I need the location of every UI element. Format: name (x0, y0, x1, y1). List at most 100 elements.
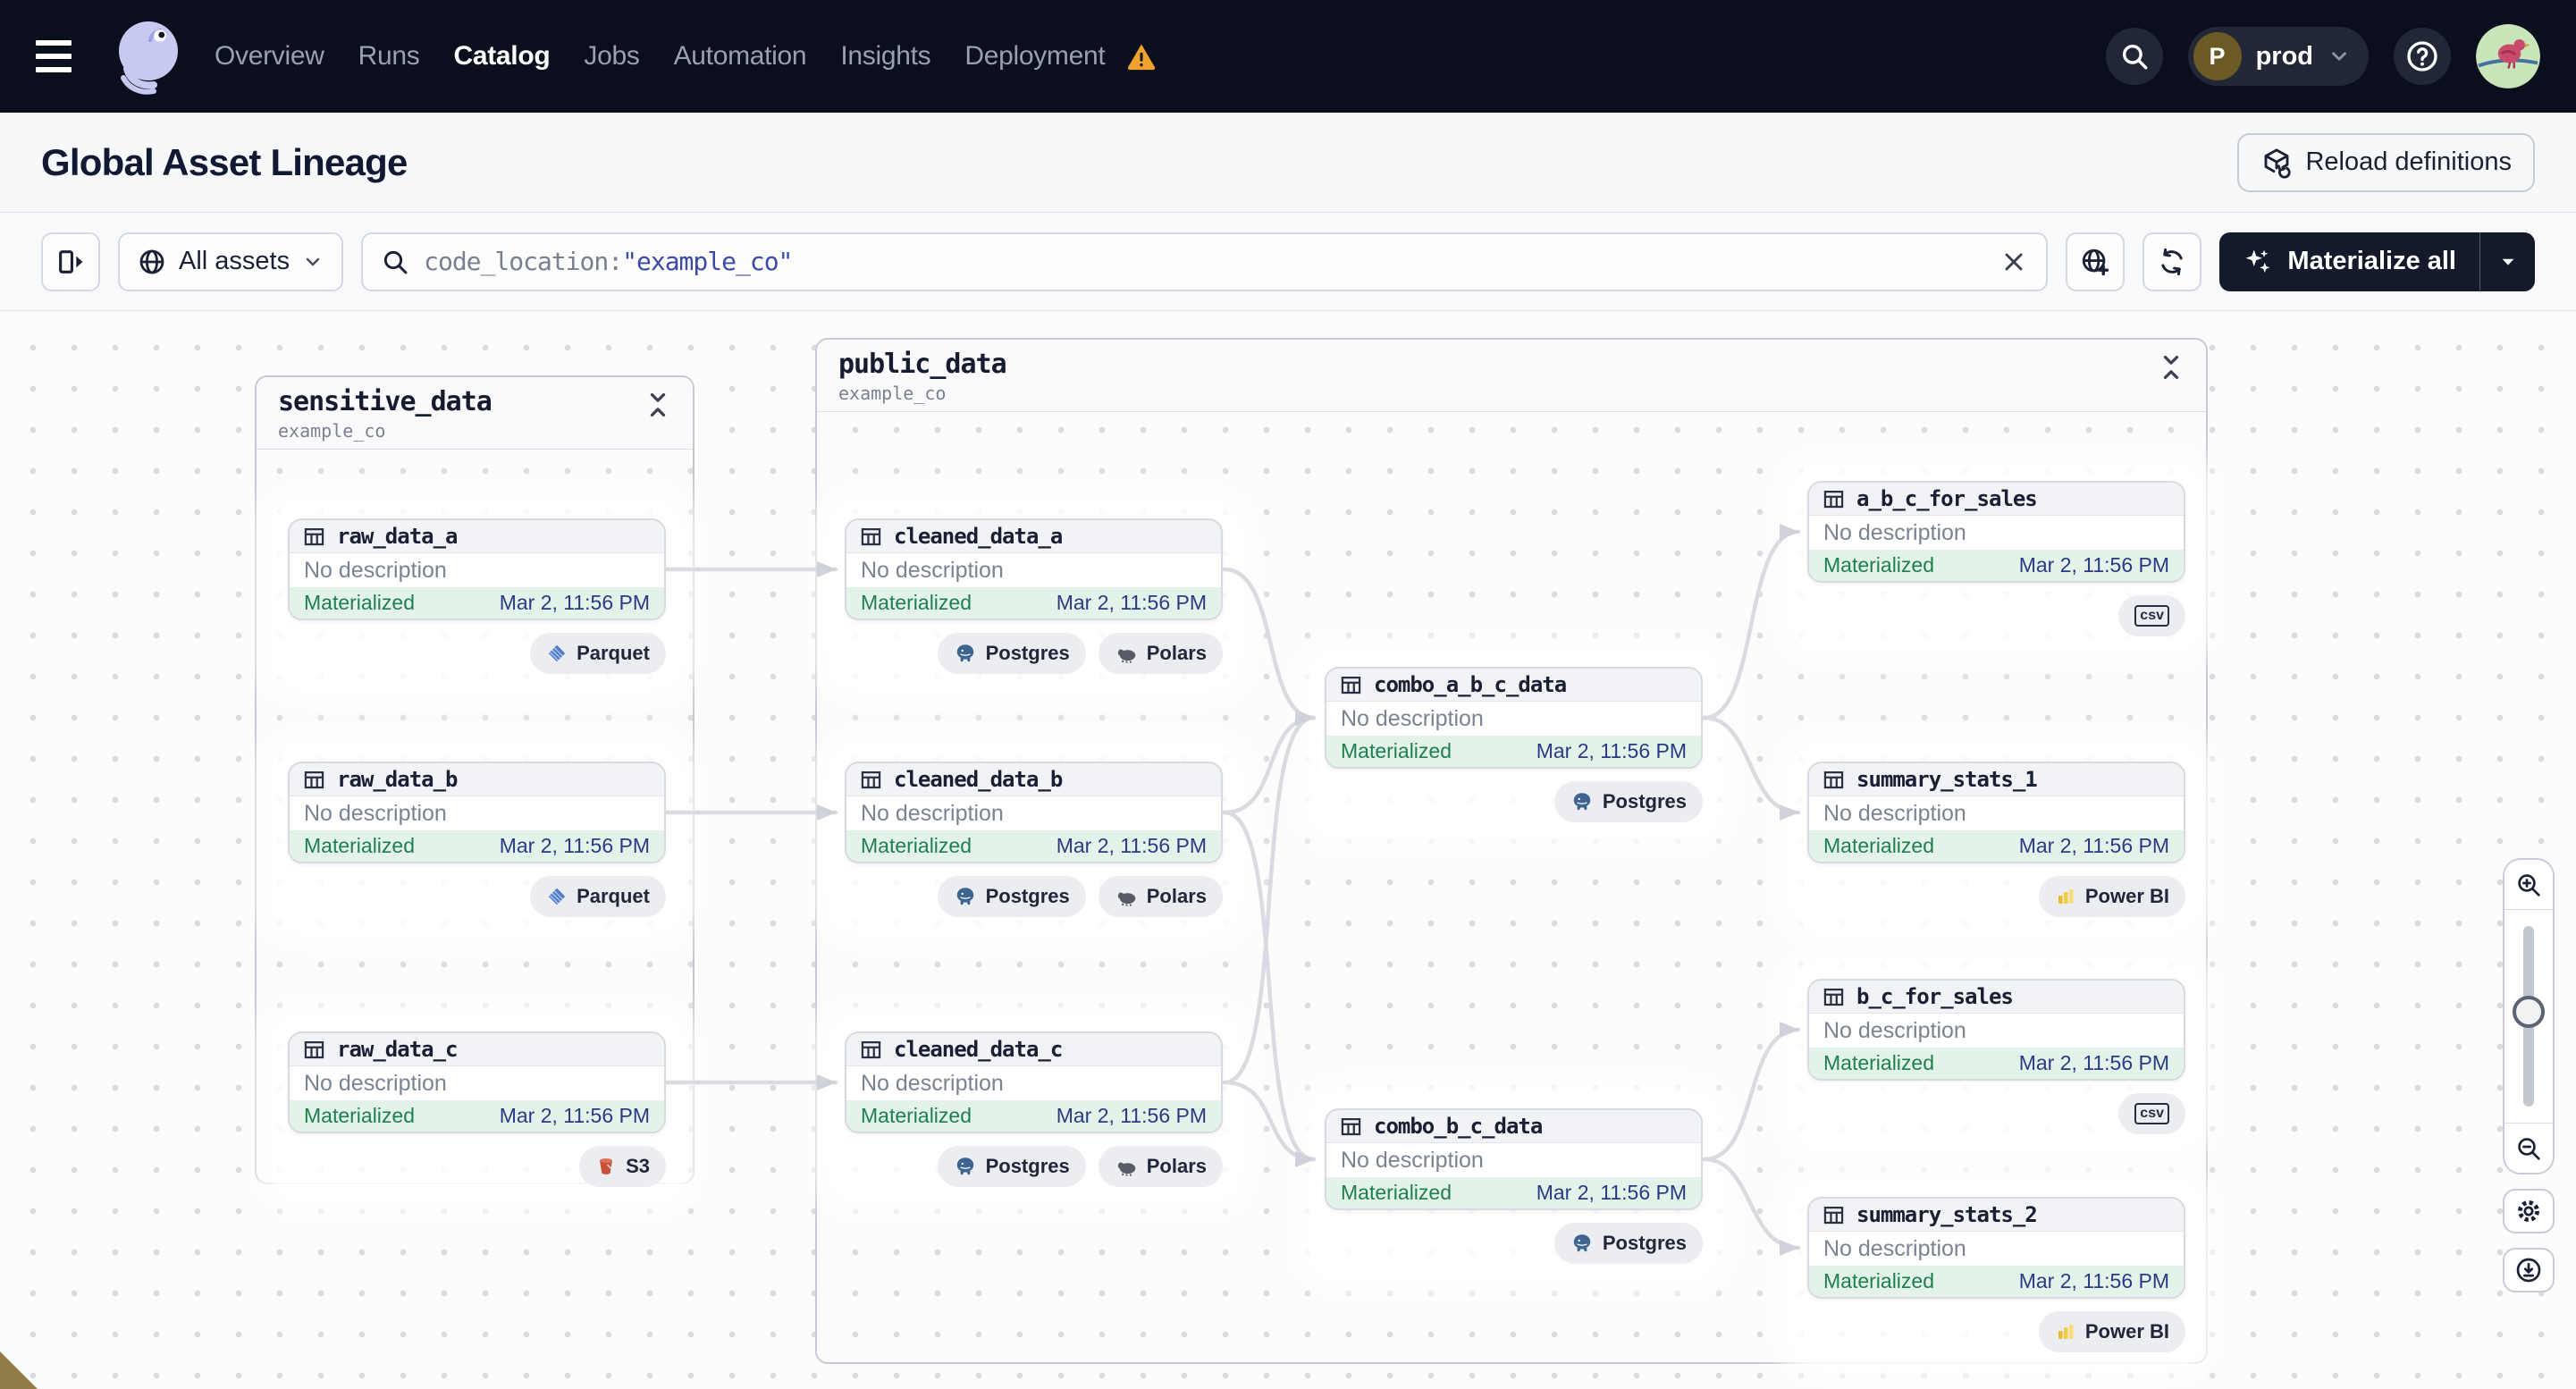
status-materialized: Materialized (1823, 834, 1934, 857)
tag-postgres[interactable]: Postgres (937, 1146, 1086, 1187)
tag-row: csv (1807, 595, 2185, 636)
tag-polars[interactable]: Polars (1098, 1146, 1223, 1187)
new-asset-group-button[interactable] (2066, 232, 2126, 291)
status-timestamp[interactable]: Mar 2, 11:56 PM (500, 834, 650, 858)
status-timestamp[interactable]: Mar 2, 11:56 PM (2019, 1051, 2169, 1075)
status-timestamp[interactable]: Mar 2, 11:56 PM (2019, 1269, 2169, 1293)
status-timestamp[interactable]: Mar 2, 11:56 PM (1056, 834, 1207, 858)
tag-parquet[interactable]: Parquet (530, 633, 666, 674)
search-icon (2122, 44, 2148, 70)
edge-combo_a_b_c_data-summary_stats_1 (1702, 715, 1801, 821)
caret-down-icon (2502, 258, 2513, 265)
global-search-button[interactable] (2105, 28, 2163, 85)
tag-powerbi[interactable]: Power BI (2038, 1311, 2185, 1352)
dagster-logo[interactable] (105, 13, 191, 99)
status-materialized: Materialized (1823, 1269, 1934, 1292)
clear-search-button[interactable] (1999, 248, 2028, 276)
status-timestamp[interactable]: Mar 2, 11:56 PM (500, 591, 650, 615)
status-timestamp[interactable]: Mar 2, 11:56 PM (500, 1104, 650, 1128)
asset-description: No description (1823, 1235, 1966, 1261)
status-timestamp[interactable]: Mar 2, 11:56 PM (1536, 1181, 1687, 1205)
hamburger-menu-button[interactable] (36, 29, 89, 83)
tag-postgres[interactable]: Postgres (1553, 781, 1703, 822)
zoom-out-button[interactable] (2504, 1123, 2553, 1173)
tag-postgres[interactable]: Postgres (1553, 1223, 1703, 1264)
tag-row: Parquet (288, 633, 666, 674)
asset-name: cleaned_data_a (894, 524, 1063, 549)
asset-node-summary_stats_1[interactable]: summary_stats_1 No description Materiali… (1807, 762, 2185, 863)
octopus-icon (119, 21, 178, 95)
reload-definitions-button[interactable]: Reload definitions (2237, 132, 2535, 192)
status-timestamp[interactable]: Mar 2, 11:56 PM (1056, 591, 1207, 615)
postgres-icon (956, 888, 973, 905)
status-materialized: Materialized (1823, 1051, 1934, 1074)
asset-node-raw_data_b[interactable]: raw_data_b No description Materialized M… (288, 762, 666, 863)
tag-parquet[interactable]: Parquet (530, 876, 666, 917)
nav-catalog[interactable]: Catalog (453, 41, 550, 72)
asset-search-input[interactable]: code_location:"example_co" (361, 232, 2049, 291)
nav-runs[interactable]: Runs (358, 41, 420, 72)
environment-switcher[interactable]: P prod (2187, 27, 2369, 86)
postgres-icon (1573, 793, 1591, 811)
nav-jobs[interactable]: Jobs (584, 41, 639, 72)
tag-csv[interactable]: csv (2118, 595, 2185, 636)
materialize-options-caret[interactable] (2479, 232, 2535, 291)
asset-node-cleaned_data_b[interactable]: cleaned_data_b No description Materializ… (845, 762, 1223, 863)
zoom-in-button[interactable] (2504, 860, 2553, 910)
globe-icon (139, 249, 164, 274)
status-timestamp[interactable]: Mar 2, 11:56 PM (2019, 834, 2169, 858)
graph-settings-button[interactable] (2503, 1189, 2555, 1233)
asset-node-combo_a_b_c_data[interactable]: combo_a_b_c_data No description Material… (1325, 667, 1703, 769)
toggle-sidebar-button[interactable] (41, 232, 100, 291)
status-timestamp[interactable]: Mar 2, 11:56 PM (1056, 1104, 1207, 1128)
asset-filter-dropdown[interactable]: All assets (118, 232, 344, 291)
status-timestamp[interactable]: Mar 2, 11:56 PM (1536, 739, 1687, 763)
parquet-icon (548, 888, 566, 905)
nav-overview[interactable]: Overview (215, 41, 324, 72)
download-graph-button[interactable] (2503, 1248, 2555, 1292)
table-icon (1823, 1206, 1844, 1224)
postgres-icon (1573, 1234, 1591, 1252)
asset-node-cleaned_data_c[interactable]: cleaned_data_c No description Materializ… (845, 1031, 1223, 1133)
tag-row: Postgres (1325, 1223, 1703, 1264)
asset-node-cleaned_data_a[interactable]: cleaned_data_a No description Materializ… (845, 518, 1223, 620)
asset-node-summary_stats_2[interactable]: summary_stats_2 No description Materiali… (1807, 1197, 2185, 1299)
asset-node-combo_b_c_data[interactable]: combo_b_c_data No description Materializ… (1325, 1108, 1703, 1210)
zoom-slider[interactable] (2504, 910, 2553, 1123)
tag-postgres[interactable]: Postgres (937, 876, 1086, 917)
user-avatar[interactable] (2476, 24, 2540, 88)
table-icon (1823, 490, 1844, 508)
asset-node-b_c_for_sales[interactable]: b_c_for_sales No description Materialize… (1807, 979, 2185, 1081)
main-nav-links: Overview Runs Catalog Jobs Automation In… (215, 41, 1157, 72)
polars-icon (1117, 892, 1136, 906)
refresh-button[interactable] (2142, 232, 2202, 291)
tag-postgres[interactable]: Postgres (937, 633, 1086, 674)
tag-polars[interactable]: Polars (1098, 633, 1223, 674)
tag-powerbi[interactable]: Power BI (2038, 876, 2185, 917)
tag-polars[interactable]: Polars (1098, 876, 1223, 917)
status-timestamp[interactable]: Mar 2, 11:56 PM (2019, 553, 2169, 577)
nav-automation[interactable]: Automation (674, 41, 807, 72)
asset-description: No description (861, 1070, 1004, 1096)
asset-description: No description (1823, 1017, 1966, 1043)
nav-insights[interactable]: Insights (840, 41, 930, 72)
nav-deployment[interactable]: Deployment (964, 41, 1105, 72)
lineage-toolbar: All assets code_location:"example_co" Ma… (0, 213, 2576, 311)
question-icon (2407, 41, 2437, 72)
asset-node-raw_data_a[interactable]: raw_data_a No description Materialized M… (288, 518, 666, 620)
asset-node-raw_data_c[interactable]: raw_data_c No description Materialized M… (288, 1031, 666, 1133)
status-materialized: Materialized (304, 1104, 415, 1127)
top-nav: Overview Runs Catalog Jobs Automation In… (0, 0, 2576, 113)
tag-s3[interactable]: S3 (579, 1146, 666, 1187)
asset-node-a_b_c_for_sales[interactable]: a_b_c_for_sales No description Materiali… (1807, 481, 2185, 583)
lineage-canvas[interactable]: sensitive_data example_co public_data ex… (0, 311, 2576, 1389)
reload-cube-icon (2265, 147, 2292, 179)
tag-csv[interactable]: csv (2118, 1093, 2185, 1134)
help-button[interactable] (2394, 28, 2451, 85)
warning-icon[interactable] (1126, 41, 1157, 72)
materialize-all-button[interactable]: Materialize all (2219, 232, 2535, 291)
zoom-slider-handle[interactable] (2513, 996, 2545, 1028)
search-query-text: code_location:"example_co" (424, 247, 793, 276)
asset-name: b_c_for_sales (1856, 984, 2014, 1009)
search-query-prefix: code_location: (424, 247, 623, 276)
